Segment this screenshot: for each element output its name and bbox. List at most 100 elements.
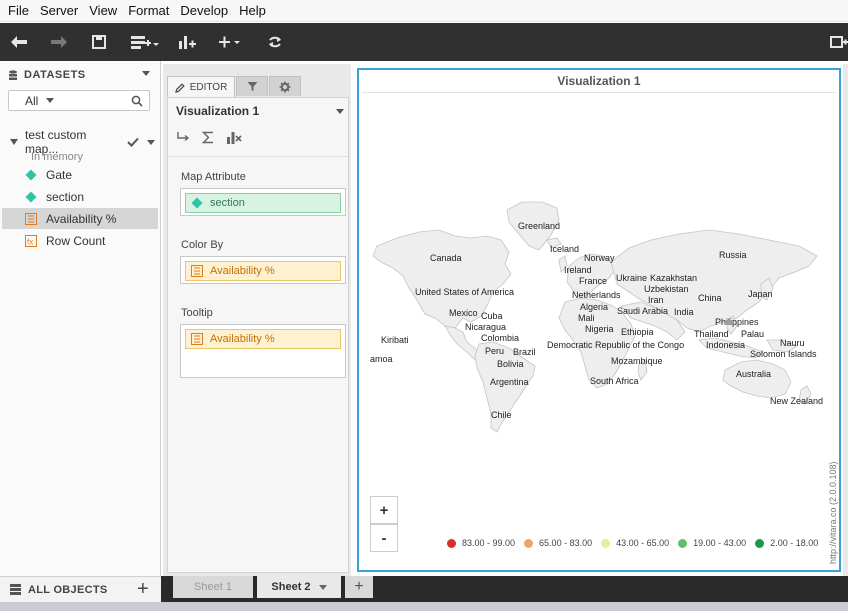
country-label: Japan: [748, 289, 773, 299]
attribute-diamond-icon: [25, 191, 37, 203]
visualization-selector[interactable]: Visualization 1: [176, 104, 344, 118]
zoom-in-button[interactable]: +: [370, 496, 398, 524]
right-gutter: [843, 64, 848, 576]
undo-icon[interactable]: [8, 23, 30, 61]
country-label: United States of America: [415, 287, 515, 297]
attribute-diamond-icon: [25, 169, 37, 181]
country-label: Mozambique: [611, 356, 663, 366]
legend-item[interactable]: 43.00 - 65.00: [601, 538, 669, 548]
add-icon[interactable]: [216, 23, 244, 61]
clear-chart-icon[interactable]: [226, 130, 242, 144]
country-label: Netherlands: [572, 290, 621, 300]
editor-body: Visualization 1 Map Attribute section Co…: [167, 97, 349, 573]
country-label: Chile: [491, 410, 512, 420]
toolbar: [0, 23, 848, 61]
metric-icon: [191, 265, 203, 277]
country-label: Mexico: [449, 308, 478, 318]
pencil-icon: [174, 82, 185, 93]
legend-item[interactable]: 19.00 - 43.00: [678, 538, 746, 548]
legend-item[interactable]: 65.00 - 83.00: [524, 538, 592, 548]
country-label: Argentina: [490, 377, 529, 387]
collapse-triangle-icon[interactable]: [10, 139, 18, 145]
sheet-tab-label: Sheet 2: [271, 581, 311, 593]
refresh-icon[interactable]: [264, 23, 286, 61]
menu-file[interactable]: File: [4, 0, 33, 22]
map-attribute-label: Map Attribute: [181, 171, 246, 183]
chevron-down-icon[interactable]: [318, 584, 327, 590]
metric-icon: [25, 213, 37, 225]
menu-develop[interactable]: Develop: [176, 0, 232, 22]
country-label: Norway: [584, 253, 615, 263]
country-label: New Zealand: [770, 396, 824, 406]
datasets-panel: DATASETS All test custom map... In memor…: [0, 61, 161, 577]
add-object-icon[interactable]: +: [137, 579, 149, 599]
tooltip-chip[interactable]: Availability %: [185, 329, 341, 349]
map-attribute-dropzone[interactable]: section: [180, 188, 346, 216]
vitara-credit-link[interactable]: http://vitara.co (2.0.0.108): [828, 461, 838, 564]
attribute-diamond-icon: [191, 197, 203, 209]
menu-help[interactable]: Help: [235, 0, 270, 22]
sheet-tab-2[interactable]: Sheet 2: [257, 576, 341, 598]
zoom-out-button[interactable]: -: [370, 524, 398, 552]
tab-filter[interactable]: [236, 76, 268, 96]
add-sheet-button[interactable]: +: [345, 576, 373, 598]
swap-axes-icon[interactable]: [176, 131, 190, 143]
search-icon[interactable]: [131, 95, 143, 107]
all-objects-bar[interactable]: ALL OBJECTS +: [0, 576, 161, 602]
sheet-tab-1[interactable]: Sheet 1: [173, 576, 253, 598]
sheet-tab-label: Sheet 1: [194, 581, 232, 593]
country-label: India: [674, 307, 694, 317]
color-by-chip[interactable]: Availability %: [185, 261, 341, 281]
visualization-selector-label: Visualization 1: [176, 104, 260, 118]
sheet-bar: Sheet 1 Sheet 2 +: [161, 576, 848, 602]
legend-label: 43.00 - 65.00: [616, 538, 670, 548]
map-attribute-chip[interactable]: section: [185, 193, 341, 213]
tooltip-chip-label: Availability %: [210, 333, 275, 345]
editor-divider: [168, 156, 348, 157]
dataset-object-label: Row Count: [46, 233, 106, 248]
panel-icon[interactable]: [830, 23, 848, 61]
legend-color-dot: [601, 538, 611, 548]
add-visualization-icon[interactable]: [176, 23, 198, 61]
editor-tabs: EDITOR: [167, 76, 302, 98]
dataset-title-row[interactable]: test custom map...: [10, 128, 155, 156]
dataset-status: In memory: [31, 151, 83, 163]
menu-format[interactable]: Format: [124, 0, 173, 22]
legend-label: 83.00 - 99.00: [462, 538, 516, 548]
dataset-object-section[interactable]: section: [2, 186, 158, 207]
menu-view[interactable]: View: [85, 0, 121, 22]
country-label: Ukraine: [616, 273, 648, 283]
dataset-object-availability[interactable]: Availability %: [2, 208, 158, 229]
tab-editor-label: EDITOR: [189, 82, 228, 93]
dataset-object-row-count[interactable]: fx Row Count: [2, 230, 158, 251]
country-label: Canada: [430, 253, 462, 263]
tab-format[interactable]: [269, 76, 301, 96]
tab-editor[interactable]: EDITOR: [167, 76, 235, 98]
datasets-menu-caret-icon[interactable]: [142, 71, 150, 76]
map-legend: 83.00 - 99.00 65.00 - 83.00 43.00 - 65.00 1…: [447, 537, 827, 549]
tooltip-label: Tooltip: [181, 307, 213, 319]
color-by-label: Color By: [181, 239, 224, 251]
dataset-object-gate[interactable]: Gate: [2, 164, 158, 185]
color-by-dropzone[interactable]: Availability %: [180, 256, 346, 284]
sigma-icon[interactable]: [202, 131, 214, 144]
legend-item[interactable]: 2.00 - 18.00: [755, 538, 818, 548]
tooltip-dropzone[interactable]: Availability %: [180, 324, 346, 378]
country-label: Indonesia: [706, 340, 746, 350]
add-data-icon[interactable]: [128, 23, 160, 61]
legend-color-dot: [524, 538, 534, 548]
dataset-filter-dropdown[interactable]: All: [8, 90, 150, 111]
world-map[interactable]: [359, 70, 839, 570]
all-objects-label: ALL OBJECTS: [28, 583, 108, 596]
legend-item[interactable]: 83.00 - 99.00: [447, 538, 515, 548]
legend-color-dot: [755, 538, 765, 548]
save-icon[interactable]: [90, 23, 108, 61]
redo-icon[interactable]: [48, 23, 70, 61]
dataset-menu-caret-icon[interactable]: [147, 139, 155, 145]
country-label: Ethiopia: [621, 327, 654, 337]
map-shape-australia[interactable]: [722, 359, 792, 399]
menu-server[interactable]: Server: [36, 0, 82, 22]
country-label: Kiribati: [381, 335, 409, 345]
visualization-canvas[interactable]: Visualization 1 + - 83.00 - 99.00 65.00 -…: [357, 68, 841, 572]
chevron-down-icon: [46, 98, 55, 103]
